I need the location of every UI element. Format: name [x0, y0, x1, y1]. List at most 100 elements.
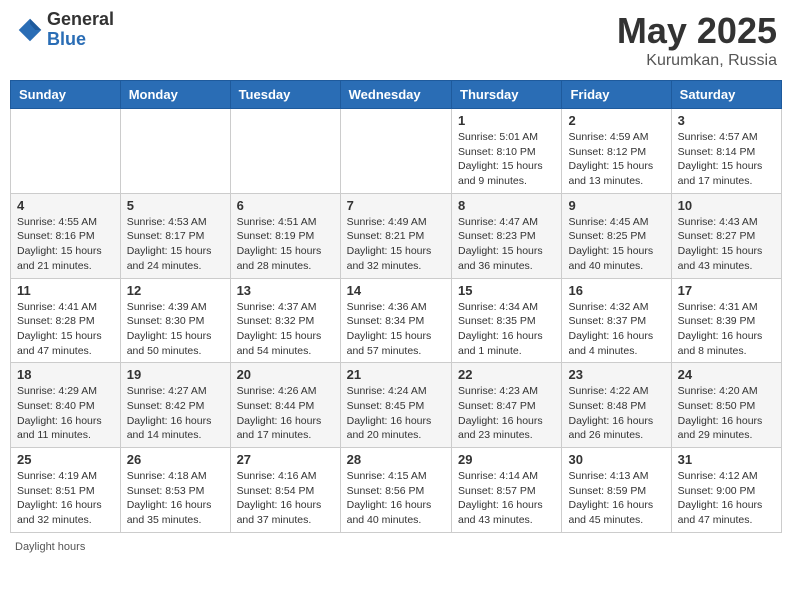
day-number: 6 — [237, 198, 334, 213]
day-number: 30 — [568, 452, 664, 467]
day-number: 1 — [458, 113, 555, 128]
calendar-cell: 19 Sunrise: 4:27 AM Sunset: 8:42 PM Dayli… — [120, 363, 230, 448]
calendar-day-header: Sunday — [11, 81, 121, 109]
calendar-cell: 17Sunrise: 4:31 AM Sunset: 8:39 PM Dayli… — [671, 278, 781, 363]
calendar-cell: 11Sunrise: 4:41 AM Sunset: 8:28 PM Dayli… — [11, 278, 121, 363]
day-number: 31 — [678, 452, 775, 467]
calendar-cell: 21 Sunrise: 4:24 AM Sunset: 8:45 PM Dayli… — [340, 363, 451, 448]
day-number: 14 — [347, 283, 445, 298]
calendar-week-row: 11Sunrise: 4:41 AM Sunset: 8:28 PM Dayli… — [11, 278, 782, 363]
day-info: Sunrise: 4:37 AM Sunset: 8:32 PM Dayligh… — [237, 300, 334, 359]
day-number: 27 — [237, 452, 334, 467]
calendar-cell: 26 Sunrise: 4:18 AM Sunset: 8:53 PM Dayli… — [120, 448, 230, 533]
calendar-cell: 13 Sunrise: 4:37 AM Sunset: 8:32 PM Dayli… — [230, 278, 340, 363]
calendar-cell: 9 Sunrise: 4:45 AM Sunset: 8:25 PM Daylig… — [562, 193, 671, 278]
calendar-cell: 6 Sunrise: 4:51 AM Sunset: 8:19 PM Daylig… — [230, 193, 340, 278]
day-info: Sunrise: 4:20 AM Sunset: 8:50 PM Dayligh… — [678, 384, 775, 443]
logo-blue: Blue — [47, 30, 114, 50]
calendar-cell: 25 Sunrise: 4:19 AM Sunset: 8:51 PM Dayli… — [11, 448, 121, 533]
calendar-cell: 24Sunrise: 4:20 AM Sunset: 8:50 PM Dayli… — [671, 363, 781, 448]
calendar-cell: 29Sunrise: 4:14 AM Sunset: 8:57 PM Dayli… — [452, 448, 562, 533]
day-number: 19 — [127, 367, 224, 382]
day-info: Sunrise: 4:31 AM Sunset: 8:39 PM Dayligh… — [678, 300, 775, 359]
day-number: 18 — [17, 367, 114, 382]
day-info: Sunrise: 4:51 AM Sunset: 8:19 PM Dayligh… — [237, 215, 334, 274]
day-number: 11 — [17, 283, 114, 298]
day-number: 4 — [17, 198, 114, 213]
day-number: 29 — [458, 452, 555, 467]
day-info: Sunrise: 4:27 AM Sunset: 8:42 PM Dayligh… — [127, 384, 224, 443]
calendar-cell: 8 Sunrise: 4:47 AM Sunset: 8:23 PM Daylig… — [452, 193, 562, 278]
calendar-day-header: Friday — [562, 81, 671, 109]
calendar-cell: 16 Sunrise: 4:32 AM Sunset: 8:37 PM Dayli… — [562, 278, 671, 363]
day-info: Sunrise: 4:15 AM Sunset: 8:56 PM Dayligh… — [347, 469, 445, 528]
calendar-cell — [340, 109, 451, 194]
calendar-cell: 4 Sunrise: 4:55 AM Sunset: 8:16 PM Daylig… — [11, 193, 121, 278]
calendar-cell — [11, 109, 121, 194]
day-info: Sunrise: 4:12 AM Sunset: 9:00 PM Dayligh… — [678, 469, 775, 528]
calendar-cell: 20 Sunrise: 4:26 AM Sunset: 8:44 PM Dayli… — [230, 363, 340, 448]
calendar-cell: 28Sunrise: 4:15 AM Sunset: 8:56 PM Dayli… — [340, 448, 451, 533]
day-number: 21 — [347, 367, 445, 382]
day-info: Sunrise: 4:18 AM Sunset: 8:53 PM Dayligh… — [127, 469, 224, 528]
day-info: Sunrise: 4:16 AM Sunset: 8:54 PM Dayligh… — [237, 469, 334, 528]
day-info: Sunrise: 4:43 AM Sunset: 8:27 PM Dayligh… — [678, 215, 775, 274]
logo-icon — [15, 15, 45, 45]
calendar-cell — [230, 109, 340, 194]
day-number: 15 — [458, 283, 555, 298]
calendar-day-header: Monday — [120, 81, 230, 109]
calendar-cell: 18 Sunrise: 4:29 AM Sunset: 8:40 PM Dayli… — [11, 363, 121, 448]
calendar-cell: 23 Sunrise: 4:22 AM Sunset: 8:48 PM Dayli… — [562, 363, 671, 448]
calendar-cell: 22 Sunrise: 4:23 AM Sunset: 8:47 PM Dayli… — [452, 363, 562, 448]
day-number: 2 — [568, 113, 664, 128]
calendar-header-row: SundayMondayTuesdayWednesdayThursdayFrid… — [11, 81, 782, 109]
calendar-cell: 7 Sunrise: 4:49 AM Sunset: 8:21 PM Daylig… — [340, 193, 451, 278]
logo-general: General — [47, 10, 114, 30]
day-info: Sunrise: 4:55 AM Sunset: 8:16 PM Dayligh… — [17, 215, 114, 274]
calendar-cell: 1Sunrise: 5:01 AM Sunset: 8:10 PM Daylig… — [452, 109, 562, 194]
day-number: 23 — [568, 367, 664, 382]
day-info: Sunrise: 4:23 AM Sunset: 8:47 PM Dayligh… — [458, 384, 555, 443]
calendar-cell: 5Sunrise: 4:53 AM Sunset: 8:17 PM Daylig… — [120, 193, 230, 278]
calendar-day-header: Thursday — [452, 81, 562, 109]
calendar-week-row: 4 Sunrise: 4:55 AM Sunset: 8:16 PM Daylig… — [11, 193, 782, 278]
day-number: 25 — [17, 452, 114, 467]
day-number: 13 — [237, 283, 334, 298]
calendar-cell: 10 Sunrise: 4:43 AM Sunset: 8:27 PM Dayli… — [671, 193, 781, 278]
day-number: 10 — [678, 198, 775, 213]
calendar-day-header: Wednesday — [340, 81, 451, 109]
page-header: General Blue May 2025 Kurumkan, Russia — [10, 10, 782, 70]
logo: General Blue — [15, 10, 114, 50]
day-number: 22 — [458, 367, 555, 382]
day-info: Sunrise: 4:26 AM Sunset: 8:44 PM Dayligh… — [237, 384, 334, 443]
daylight-label: Daylight hours — [15, 541, 85, 553]
day-number: 12 — [127, 283, 224, 298]
calendar-cell — [120, 109, 230, 194]
day-info: Sunrise: 4:29 AM Sunset: 8:40 PM Dayligh… — [17, 384, 114, 443]
calendar-week-row: 25 Sunrise: 4:19 AM Sunset: 8:51 PM Dayli… — [11, 448, 782, 533]
day-number: 3 — [678, 113, 775, 128]
day-number: 16 — [568, 283, 664, 298]
calendar-cell: 14Sunrise: 4:36 AM Sunset: 8:34 PM Dayli… — [340, 278, 451, 363]
day-info: Sunrise: 4:19 AM Sunset: 8:51 PM Dayligh… — [17, 469, 114, 528]
calendar-cell: 12Sunrise: 4:39 AM Sunset: 8:30 PM Dayli… — [120, 278, 230, 363]
day-info: Sunrise: 4:45 AM Sunset: 8:25 PM Dayligh… — [568, 215, 664, 274]
day-info: Sunrise: 4:57 AM Sunset: 8:14 PM Dayligh… — [678, 130, 775, 189]
day-info: Sunrise: 4:34 AM Sunset: 8:35 PM Dayligh… — [458, 300, 555, 359]
day-number: 26 — [127, 452, 224, 467]
calendar-cell: 27 Sunrise: 4:16 AM Sunset: 8:54 PM Dayli… — [230, 448, 340, 533]
calendar-week-row: 1Sunrise: 5:01 AM Sunset: 8:10 PM Daylig… — [11, 109, 782, 194]
day-info: Sunrise: 4:32 AM Sunset: 8:37 PM Dayligh… — [568, 300, 664, 359]
day-info: Sunrise: 4:24 AM Sunset: 8:45 PM Dayligh… — [347, 384, 445, 443]
day-info: Sunrise: 4:47 AM Sunset: 8:23 PM Dayligh… — [458, 215, 555, 274]
day-number: 7 — [347, 198, 445, 213]
day-info: Sunrise: 4:49 AM Sunset: 8:21 PM Dayligh… — [347, 215, 445, 274]
day-number: 9 — [568, 198, 664, 213]
calendar-week-row: 18 Sunrise: 4:29 AM Sunset: 8:40 PM Dayli… — [11, 363, 782, 448]
calendar-day-header: Saturday — [671, 81, 781, 109]
day-info: Sunrise: 4:22 AM Sunset: 8:48 PM Dayligh… — [568, 384, 664, 443]
calendar-footer: Daylight hours — [10, 541, 782, 553]
title-location: Kurumkan, Russia — [617, 52, 777, 70]
day-number: 20 — [237, 367, 334, 382]
day-number: 8 — [458, 198, 555, 213]
